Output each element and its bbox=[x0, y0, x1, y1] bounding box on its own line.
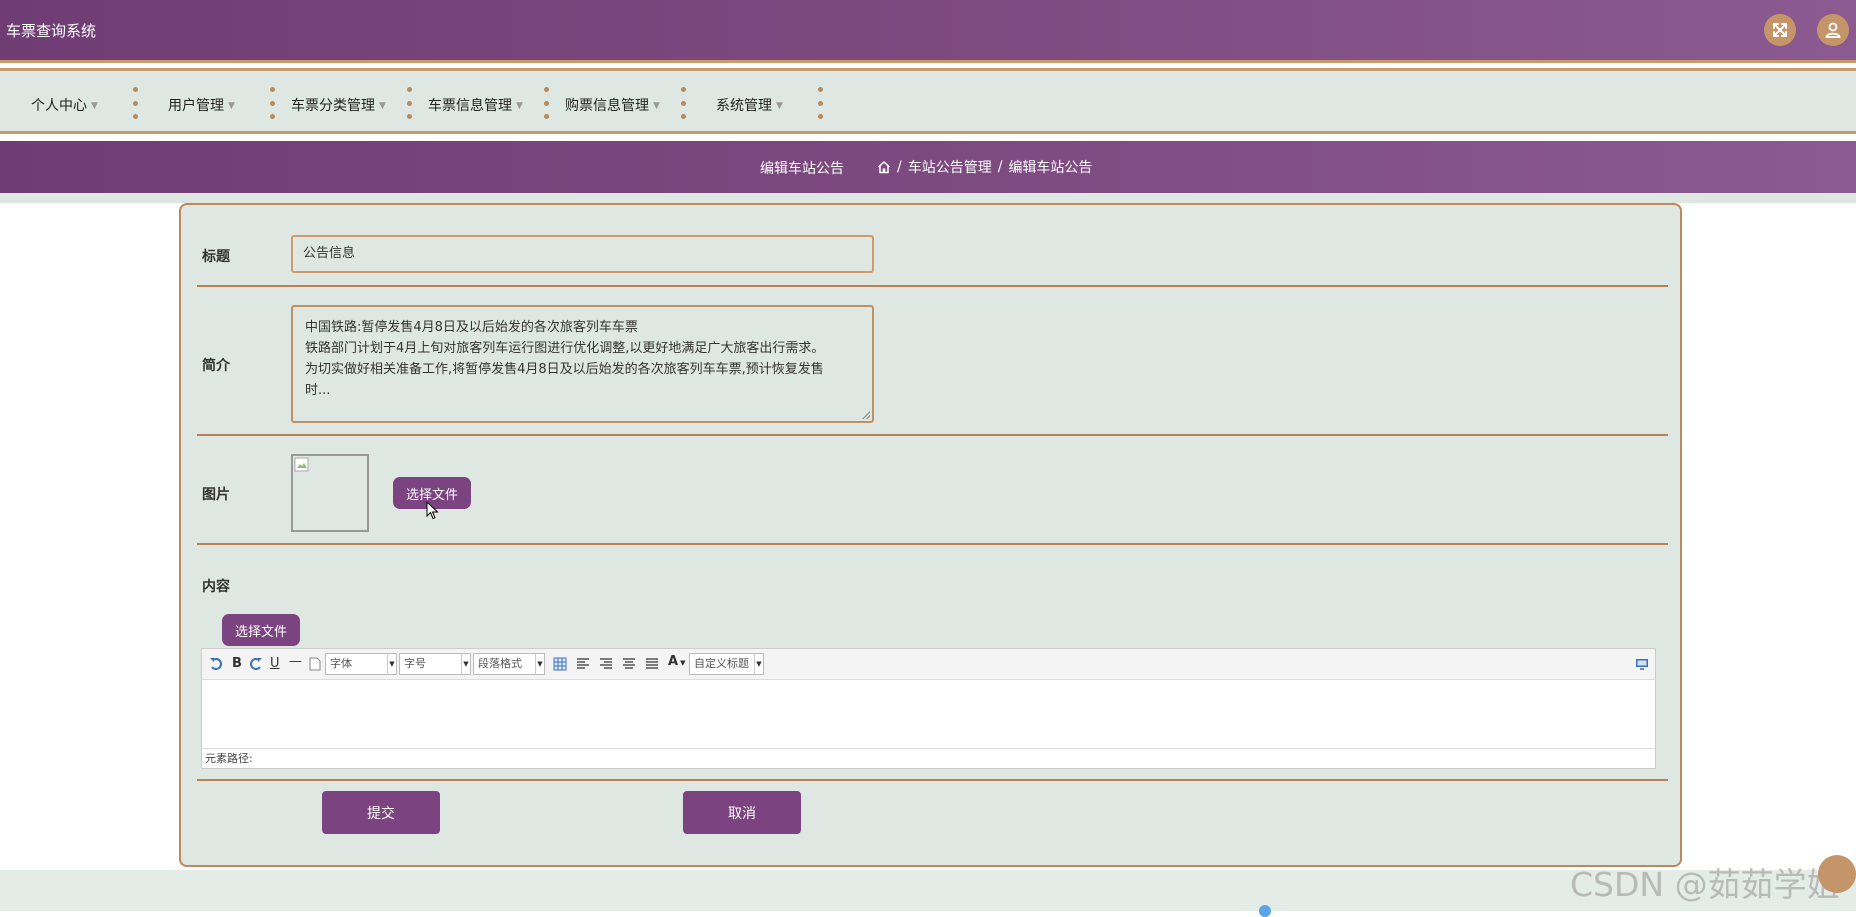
nav-divider bbox=[133, 87, 139, 119]
breadcrumb-notice-management[interactable]: 车站公告管理 bbox=[908, 157, 992, 177]
caret-down-icon: ▼ bbox=[91, 101, 98, 111]
element-path-bar: 元素路径: bbox=[202, 748, 1655, 768]
align-left-icon[interactable] bbox=[576, 657, 590, 671]
breadcrumb: / 车站公告管理 / 编辑车站公告 bbox=[877, 157, 1092, 177]
nav-item-user-management[interactable]: 用户管理 ▼ bbox=[168, 95, 235, 115]
nav-item-ticket-info[interactable]: 车票信息管理 ▼ bbox=[428, 95, 523, 115]
app-title: 车票查询系统 bbox=[6, 22, 97, 40]
dropdown-arrow-icon: ▼ bbox=[680, 659, 686, 667]
undo-icon[interactable] bbox=[209, 657, 223, 671]
underline-button[interactable]: U bbox=[270, 656, 280, 671]
editor-content-area[interactable] bbox=[202, 680, 1655, 748]
top-header: 车票查询系统 bbox=[0, 0, 1856, 63]
dropdown-arrow-icon: ▼ bbox=[461, 654, 470, 674]
nav-item-system[interactable]: 系统管理 ▼ bbox=[716, 95, 783, 115]
edit-notice-form: 标题 公告信息 简介 中国铁路:暂停发售4月8日及以后始发的各次旅客列车车票 铁… bbox=[179, 203, 1682, 867]
user-icon bbox=[1825, 22, 1841, 38]
breadcrumb-current: 编辑车站公告 bbox=[1008, 160, 1093, 176]
summary-textarea[interactable]: 中国铁路:暂停发售4月8日及以后始发的各次旅客列车车票 铁路部门计划于4月上旬对… bbox=[291, 305, 874, 423]
custom-title-select[interactable]: 自定义标题 ▼ bbox=[689, 653, 764, 675]
page-strip bbox=[0, 193, 1856, 203]
font-family-select[interactable]: 字体 ▼ bbox=[325, 653, 397, 675]
expand-icon bbox=[1773, 23, 1787, 37]
summary-line: 时... bbox=[305, 383, 331, 398]
editor-toolbar: B U — 字体 ▼ 字号 ▼ 段落格式 ▼ A ▼ 自定义标题 ▼ bbox=[202, 649, 1655, 680]
font-color-button[interactable]: A ▼ bbox=[668, 654, 685, 669]
row-divider bbox=[197, 779, 1668, 781]
breadcrumb-bar: 编辑车站公告 / 车站公告管理 / 编辑车站公告 bbox=[0, 141, 1856, 193]
font-size-select[interactable]: 字号 ▼ bbox=[399, 653, 471, 675]
nav-divider bbox=[681, 87, 687, 119]
image-label: 图片 bbox=[202, 487, 230, 503]
mouse-cursor-icon bbox=[426, 501, 439, 520]
caret-down-icon: ▼ bbox=[776, 101, 783, 111]
caret-down-icon: ▼ bbox=[653, 101, 660, 111]
source-mode-icon[interactable] bbox=[1635, 657, 1649, 671]
align-center-icon[interactable] bbox=[622, 657, 636, 671]
paragraph-format-select[interactable]: 段落格式 ▼ bbox=[473, 653, 545, 675]
home-icon[interactable] bbox=[877, 160, 891, 174]
cancel-button[interactable]: 取消 bbox=[683, 791, 801, 834]
nav-divider bbox=[270, 87, 276, 119]
row-divider bbox=[197, 543, 1668, 545]
horizontal-rule-icon[interactable]: — bbox=[289, 654, 302, 669]
nav-divider bbox=[544, 87, 550, 119]
image-preview bbox=[291, 454, 369, 532]
submit-button[interactable]: 提交 bbox=[322, 791, 440, 834]
fullscreen-button[interactable] bbox=[1764, 14, 1796, 46]
dropdown-arrow-icon: ▼ bbox=[535, 654, 544, 674]
nav-item-purchase-info[interactable]: 购票信息管理 ▼ bbox=[565, 95, 660, 115]
summary-line: 为切实做好相关准备工作,将暂停发售4月8日及以后始发的各次旅客列车车票,预计恢复… bbox=[305, 362, 824, 377]
dropdown-arrow-icon: ▼ bbox=[754, 654, 763, 674]
bold-button[interactable]: B bbox=[232, 656, 242, 671]
summary-line: 铁路部门计划于4月上旬对旅客列车运行图进行优化调整,以更好地满足广大旅客出行需求… bbox=[305, 341, 825, 356]
caret-down-icon: ▼ bbox=[379, 101, 386, 111]
redo-icon[interactable] bbox=[249, 657, 263, 671]
title-label: 标题 bbox=[202, 249, 230, 265]
nav-divider bbox=[818, 87, 824, 119]
floating-avatar[interactable] bbox=[1818, 855, 1856, 893]
align-justify-icon[interactable] bbox=[645, 657, 659, 671]
summary-line: 中国铁路:暂停发售4月8日及以后始发的各次旅客列车车票 bbox=[305, 320, 638, 335]
page-title: 编辑车站公告 bbox=[760, 161, 844, 177]
main-nav: 个人中心 ▼ 用户管理 ▼ 车票分类管理 ▼ 车票信息管理 ▼ 购票信息管理 ▼ 系统管理… bbox=[0, 68, 1856, 134]
status-dot bbox=[1259, 905, 1271, 917]
row-divider bbox=[197, 285, 1668, 287]
nav-divider bbox=[407, 87, 413, 119]
choose-content-file-button[interactable]: 选择文件 bbox=[222, 614, 300, 646]
breadcrumb-separator: / bbox=[997, 159, 1003, 175]
nav-item-personal-center[interactable]: 个人中心 ▼ bbox=[31, 95, 98, 115]
nav-item-ticket-category[interactable]: 车票分类管理 ▼ bbox=[291, 95, 386, 115]
watermark: CSDN @茹茹学姐 bbox=[1570, 865, 1840, 904]
breadcrumb-separator: / bbox=[897, 159, 902, 175]
title-input[interactable]: 公告信息 bbox=[291, 235, 874, 273]
row-divider bbox=[197, 434, 1668, 436]
align-right-icon[interactable] bbox=[599, 657, 613, 671]
summary-label: 简介 bbox=[202, 358, 230, 374]
broken-image-icon bbox=[294, 457, 309, 472]
caret-down-icon: ▼ bbox=[228, 101, 235, 111]
user-menu-button[interactable] bbox=[1817, 14, 1849, 46]
table-icon[interactable] bbox=[553, 657, 567, 671]
content-label: 内容 bbox=[202, 579, 230, 595]
page-icon[interactable] bbox=[309, 657, 321, 671]
resize-handle[interactable] bbox=[862, 411, 870, 419]
dropdown-arrow-icon: ▼ bbox=[387, 654, 396, 674]
caret-down-icon: ▼ bbox=[516, 101, 523, 111]
rich-text-editor: B U — 字体 ▼ 字号 ▼ 段落格式 ▼ A ▼ 自定义标题 ▼ 元素路径: bbox=[201, 648, 1656, 769]
